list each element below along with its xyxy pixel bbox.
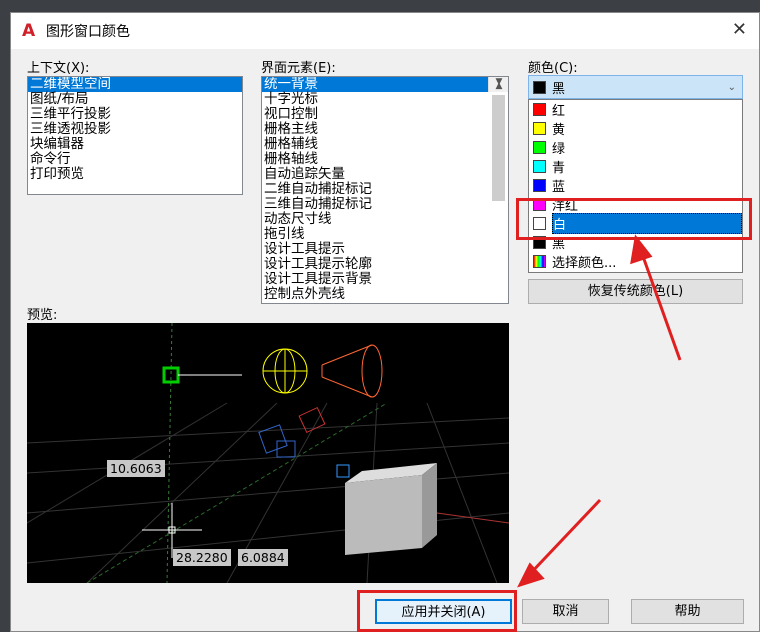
annotation-arrows [517,234,682,588]
